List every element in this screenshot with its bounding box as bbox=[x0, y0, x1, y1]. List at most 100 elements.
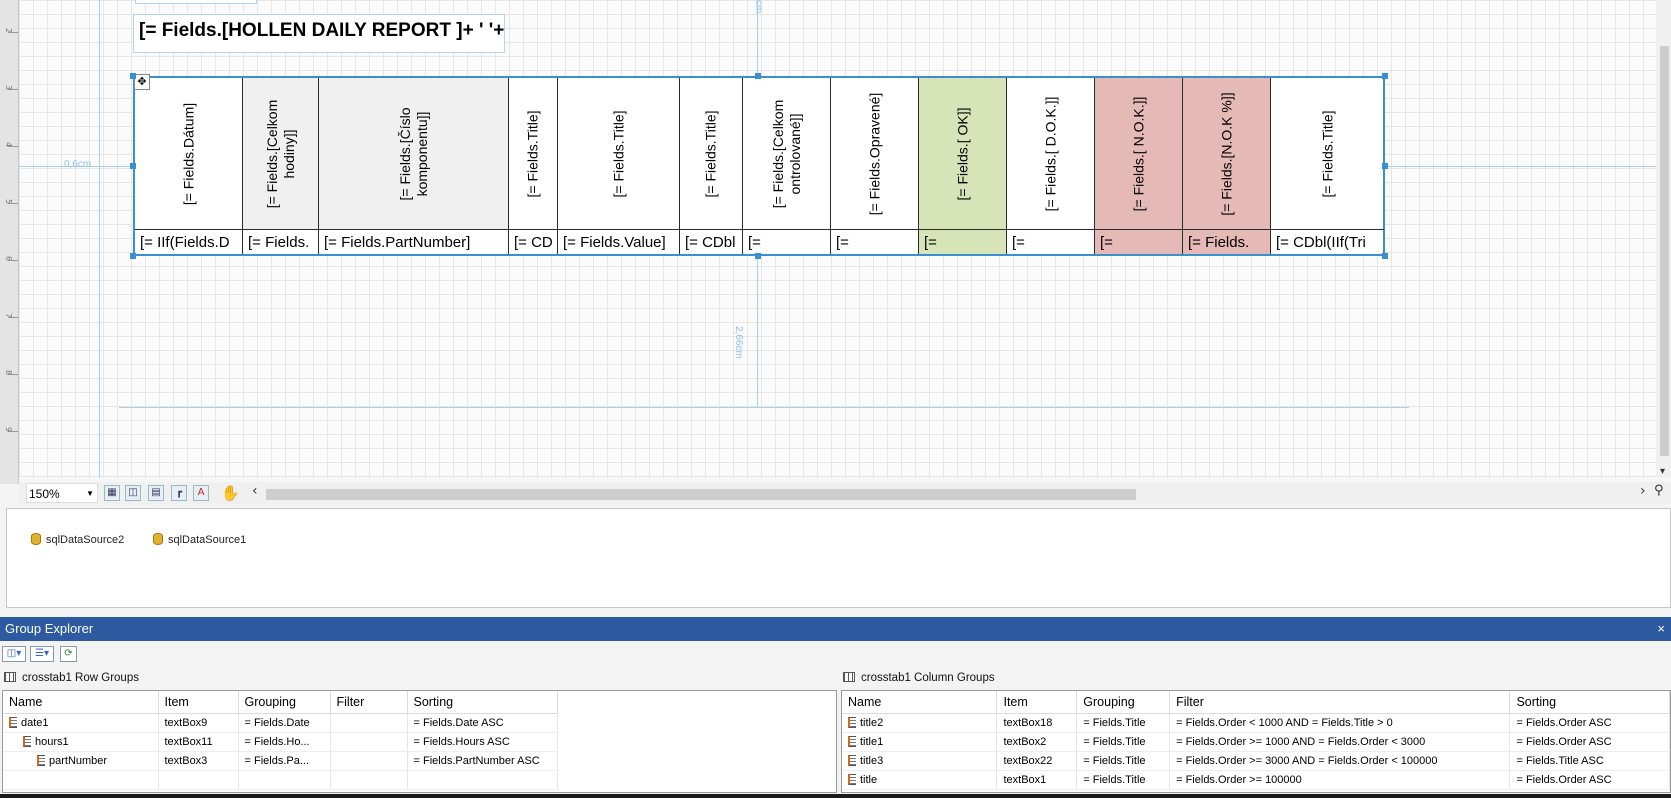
crosstab-detail-cell[interactable]: [= Fields. bbox=[1183, 230, 1270, 254]
horizontal-scrollbar[interactable] bbox=[262, 484, 1650, 502]
column-header-name[interactable]: Name bbox=[842, 691, 998, 714]
crosstab-detail-cell[interactable]: [= bbox=[1007, 230, 1094, 254]
table-row[interactable]: hours1 textBox11 = Fields.Ho... = Fields.Ho… bbox=[3, 732, 558, 752]
crosstab-detail-cell[interactable]: [= CDbl(IIf(Tri bbox=[1271, 230, 1384, 254]
bottom-edge bbox=[0, 794, 1671, 798]
column-header-grouping[interactable]: Grouping bbox=[238, 691, 331, 714]
crosstab-detail-cell[interactable]: [= bbox=[831, 230, 918, 254]
report-header-textbox[interactable]: [= Fields.[HOLLEN DAILY REPORT ]+ ' '+ F bbox=[133, 14, 505, 53]
row-groups-title: crosstab1 Row Groups bbox=[4, 672, 139, 684]
crosstab-header-cell[interactable]: [= Fields.[Celkom ontrolované]] bbox=[743, 78, 830, 230]
selection-handle[interactable] bbox=[755, 253, 761, 259]
column-header-filter[interactable]: Filter bbox=[330, 691, 408, 714]
header-expression: [= Fields.[ D.O.K.]] bbox=[1042, 96, 1058, 211]
layout-split-icon[interactable]: ◫▾ bbox=[2, 646, 26, 662]
crosstab-detail-cell[interactable]: [= bbox=[919, 230, 1006, 254]
table-row[interactable]: title2 textBox18 = Fields.Title = Fields.Or… bbox=[842, 713, 1670, 733]
crosstab-detail-cell[interactable]: [= bbox=[743, 230, 830, 254]
scroll-right-icon[interactable]: › bbox=[1640, 483, 1646, 499]
top-dim-label: cm bbox=[753, 0, 764, 14]
crosstab-header-cell[interactable]: [= Fields.[ D.O.K.]] bbox=[1007, 78, 1094, 230]
table-row[interactable]: date1 textBox9 = Fields.Date = Fields.Date … bbox=[3, 713, 558, 733]
table-row[interactable]: title textBox1 = Fields.Title = Fields.Orde… bbox=[842, 770, 1670, 790]
crosstab-header-cell[interactable]: [= Fields.Dátum] bbox=[135, 78, 242, 230]
selection-handle[interactable] bbox=[1382, 163, 1388, 169]
scroll-left-icon[interactable]: ‹ bbox=[252, 483, 258, 499]
selection-handle[interactable] bbox=[1382, 73, 1388, 79]
zoom-search-icon[interactable]: ⚲ bbox=[1654, 483, 1664, 498]
crosstab-header-cell[interactable]: [= Fields.[ OK]] bbox=[919, 78, 1006, 230]
scroll-down-arrow-icon[interactable]: ▾ bbox=[1660, 466, 1665, 477]
datasource-item[interactable]: sqlDataSource1 bbox=[153, 533, 246, 546]
component-tray: sqlDataSource2 sqlDataSource1 bbox=[6, 508, 1671, 608]
ruler-number: 5 bbox=[4, 198, 14, 205]
move-handle-icon[interactable]: ✥ bbox=[134, 74, 150, 90]
crosstab-header-cell[interactable]: [= Fields.Title] bbox=[680, 78, 742, 230]
crosstab-detail-cell[interactable]: [= CDbl bbox=[680, 230, 742, 254]
cell-item: textBox1 bbox=[996, 770, 1078, 790]
column-header-filter[interactable]: Filter bbox=[1169, 691, 1511, 714]
crosstab-header-cell[interactable]: [= Fields.Opravené] bbox=[831, 78, 918, 230]
ruler-number: 4 bbox=[4, 141, 14, 148]
cell-name: partNumber bbox=[3, 751, 159, 771]
snap-grid-icon[interactable]: ◫ bbox=[125, 485, 141, 501]
selection-handle[interactable] bbox=[130, 253, 136, 259]
crosstab-header-cell[interactable]: [= Fields.[ N.O.K.]] bbox=[1095, 78, 1182, 230]
header-stub[interactable] bbox=[135, 0, 257, 4]
crosstab-detail-cell[interactable]: [= bbox=[1095, 230, 1182, 254]
cell-name: hours1 bbox=[3, 732, 159, 752]
column-header-item[interactable]: Item bbox=[158, 691, 239, 714]
font-icon[interactable]: A bbox=[193, 485, 209, 501]
column-groups-grid[interactable]: Name Item Grouping Filter Sorting title2 textB… bbox=[841, 690, 1671, 793]
row-groups-grid[interactable]: Name Item Grouping Filter Sorting date1 textBo… bbox=[2, 690, 837, 793]
crosstab-detail-cell[interactable]: [= Fields.PartNumber] bbox=[319, 230, 508, 254]
cell-filter bbox=[330, 751, 408, 771]
selection-handle[interactable] bbox=[755, 73, 761, 79]
crosstab-header-cell[interactable]: [= Fields.Title] bbox=[558, 78, 679, 230]
column-header-sorting[interactable]: Sorting bbox=[1509, 691, 1670, 714]
preview-icon[interactable]: ▤ bbox=[148, 485, 164, 501]
grid-toggle-icon[interactable]: ▦ bbox=[104, 485, 120, 501]
cell-name: title1 bbox=[842, 732, 998, 752]
crosstab-header-cell[interactable]: [= Fields.[Číslo komponentu]] bbox=[319, 78, 508, 230]
scrollbar-thumb[interactable] bbox=[266, 489, 1136, 500]
refresh-icon[interactable]: ⟳ bbox=[60, 646, 77, 662]
zoom-select[interactable]: 150% ▼ bbox=[26, 483, 98, 503]
cell-name: date1 bbox=[3, 713, 159, 733]
crosstab-detail-cell[interactable]: [= Fields. bbox=[243, 230, 318, 254]
snap-lines-icon[interactable]: ┏ bbox=[171, 485, 187, 501]
selection-handle[interactable] bbox=[1382, 253, 1388, 259]
group-icon bbox=[848, 755, 856, 766]
column-header-grouping[interactable]: Grouping bbox=[1076, 691, 1171, 714]
table-row[interactable]: title1 textBox2 = Fields.Title = Fields.Ord… bbox=[842, 732, 1670, 752]
header-expression: [= Fields.[ OK]] bbox=[954, 107, 970, 200]
selection-handle[interactable] bbox=[130, 73, 136, 79]
crosstab-column-date: [= Fields.Dátum] [= IIf(Fields.D bbox=[135, 78, 243, 254]
pan-hand-icon[interactable]: ✋ bbox=[221, 484, 240, 502]
grid-icon bbox=[843, 672, 855, 682]
column-header-name[interactable]: Name bbox=[3, 691, 159, 714]
crosstab-header-cell[interactable]: [= Fields.Title] bbox=[1271, 78, 1384, 230]
scrollbar-thumb[interactable] bbox=[1660, 46, 1669, 456]
crosstab-column-dok: [= Fields.[ D.O.K.]] [= bbox=[1007, 78, 1095, 254]
group-icon bbox=[9, 717, 17, 728]
table-row[interactable]: partNumber textBox3 = Fields.Pa... = Fields… bbox=[3, 751, 558, 771]
crosstab-header-cell[interactable]: [= Fields.[N.O.K %]] bbox=[1183, 78, 1270, 230]
crosstab-header-cell[interactable]: [= Fields.[Celkom hodiny]] bbox=[243, 78, 318, 230]
datasource-label: sqlDataSource2 bbox=[46, 534, 125, 546]
crosstab-detail-cell[interactable]: [= IIf(Fields.D bbox=[135, 230, 242, 254]
empty-cell bbox=[407, 770, 558, 790]
table-row[interactable]: title3 textBox22 = Fields.Title = Fields.Or… bbox=[842, 751, 1670, 771]
vertical-scrollbar[interactable] bbox=[1656, 0, 1671, 478]
crosstab-detail-cell[interactable]: [= CD bbox=[509, 230, 557, 254]
crosstab-detail-cell[interactable]: [= Fields.Value] bbox=[558, 230, 679, 254]
crosstab[interactable]: [= Fields.Dátum] [= IIf(Fields.D [= Fields… bbox=[133, 76, 1385, 256]
selection-handle[interactable] bbox=[130, 163, 136, 169]
close-icon[interactable]: × bbox=[1657, 617, 1665, 641]
view-mode-icon[interactable]: ☰▾ bbox=[30, 646, 54, 662]
crosstab-header-cell[interactable]: [= Fields.Title] bbox=[509, 78, 557, 230]
datasource-item[interactable]: sqlDataSource2 bbox=[31, 533, 124, 546]
header-expression: [= Fields.[Celkom hodiny]] bbox=[263, 99, 297, 208]
column-header-sorting[interactable]: Sorting bbox=[407, 691, 558, 714]
column-header-item[interactable]: Item bbox=[996, 691, 1078, 714]
